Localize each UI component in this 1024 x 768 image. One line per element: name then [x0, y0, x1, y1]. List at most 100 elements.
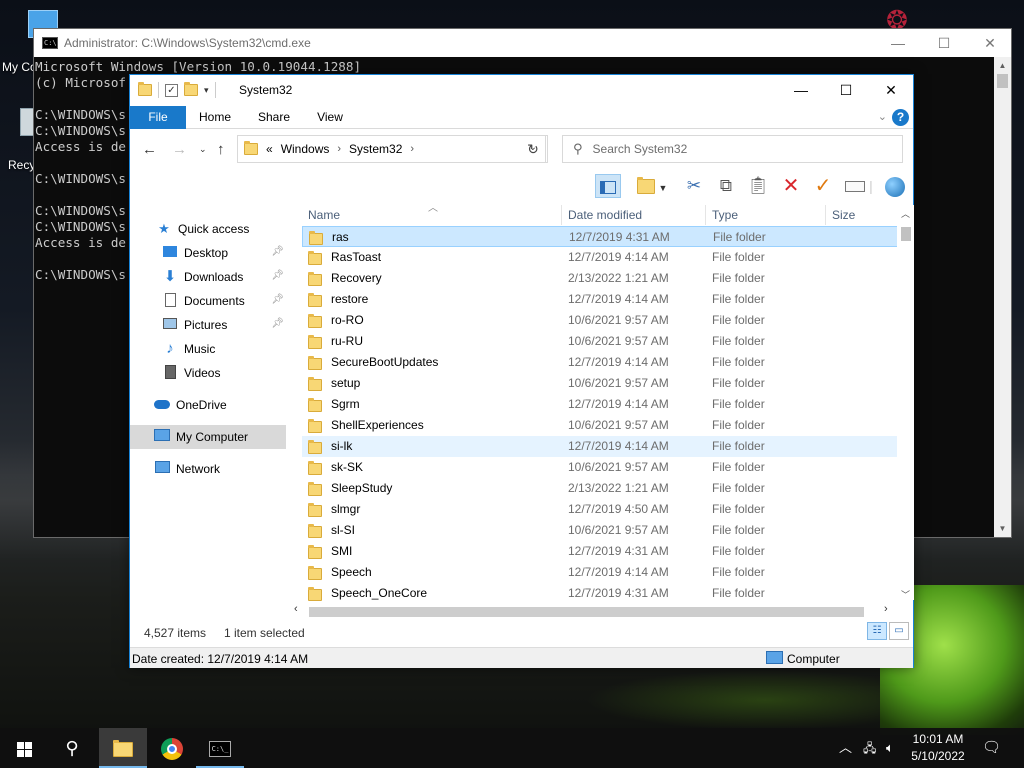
recent-locations-icon[interactable]: ⌄ — [199, 144, 207, 155]
scroll-thumb[interactable] — [901, 227, 911, 241]
nav-documents[interactable]: Documents 📌︎ — [130, 289, 286, 313]
scroll-thumb[interactable] — [997, 74, 1008, 88]
delete-icon[interactable]: ✕ — [778, 174, 804, 198]
nav-onedrive[interactable]: OneDrive — [130, 393, 286, 417]
preview-pane-icon[interactable] — [595, 174, 621, 198]
close-icon[interactable]: ✕ — [868, 75, 914, 105]
nav-quick-access[interactable]: ★ Quick access — [130, 217, 286, 241]
nav-downloads[interactable]: ⬇ Downloads 📌︎ — [130, 265, 286, 289]
properties-icon[interactable]: ✓ — [165, 83, 178, 97]
new-folder-icon[interactable] — [184, 82, 198, 96]
horizontal-scrollbar[interactable]: ‹ › — [292, 603, 900, 618]
explorer-window[interactable]: ✓ ▾ System32 — ☐ ✕ File Home Share View … — [129, 74, 914, 668]
chevron-down-icon[interactable]: ⌄ — [878, 110, 887, 123]
table-row[interactable]: Recovery 2/13/2022 1:21 AM File folder — [302, 268, 898, 289]
table-row[interactable]: setup 10/6/2021 9:57 AM File folder — [302, 373, 898, 394]
forward-arrow-icon[interactable]: → — [172, 141, 187, 158]
table-row[interactable]: Sgrm 12/7/2019 4:14 AM File folder — [302, 394, 898, 415]
cmd-taskbar-icon[interactable]: C:\_ — [196, 728, 244, 768]
pin-icon[interactable]: 📌︎ — [271, 318, 284, 329]
refresh-icon[interactable]: ↻ — [519, 135, 548, 163]
pin-icon[interactable]: 📌︎ — [271, 294, 284, 305]
windows-start-icon[interactable] — [0, 728, 48, 768]
scroll-up-icon[interactable]: ︿ — [897, 207, 914, 220]
checkmark-icon[interactable]: ✓ — [810, 174, 836, 198]
nav-pictures[interactable]: Pictures 📌︎ — [130, 313, 286, 337]
table-row[interactable]: Speech_OneCore 12/7/2019 4:31 AM File fold… — [302, 583, 898, 604]
new-folder-dropdown-icon[interactable]: ▼ — [634, 174, 670, 198]
customize-qat-icon[interactable]: ▾ — [204, 85, 209, 96]
minimize-icon[interactable]: — — [875, 29, 921, 57]
scroll-down-icon[interactable]: ﹀ — [897, 588, 914, 601]
cut-icon[interactable]: ✂ — [681, 174, 707, 198]
breadcrumb-windows[interactable]: Windows — [281, 142, 330, 156]
chevron-right-icon[interactable]: › — [410, 143, 414, 155]
table-row[interactable]: restore 12/7/2019 4:14 AM File folder — [302, 289, 898, 310]
table-row[interactable]: sl-SI 10/6/2021 9:57 AM File folder — [302, 520, 898, 541]
file-list[interactable]: ︿ Name Date modified Type Size ras 12/7/2… — [302, 203, 914, 617]
address-bar[interactable]: « Windows › System32 › ⌄ — [237, 135, 546, 163]
vertical-scrollbar[interactable]: ︿ ﹀ — [897, 205, 914, 600]
table-row[interactable]: SMI 12/7/2019 4:31 AM File folder — [302, 541, 898, 562]
pin-icon[interactable]: 📌︎ — [271, 246, 284, 257]
scroll-thumb[interactable] — [309, 607, 864, 617]
volume-icon[interactable]: 🔈︎ — [886, 728, 894, 768]
chrome-icon[interactable] — [148, 728, 196, 768]
help-icon[interactable]: ? — [892, 109, 909, 126]
column-header-date[interactable]: Date modified — [562, 205, 706, 225]
search-input[interactable]: ⚲ Search System32 — [562, 135, 903, 163]
large-icons-view-icon[interactable]: ▭ — [889, 622, 909, 640]
nav-videos[interactable]: Videos — [130, 361, 286, 385]
back-arrow-icon[interactable]: ← — [142, 141, 157, 158]
scroll-down-icon[interactable]: ▼ — [994, 520, 1011, 537]
table-row[interactable]: slmgr 12/7/2019 4:50 AM File folder — [302, 499, 898, 520]
nav-my-computer[interactable]: My Computer — [130, 425, 286, 449]
minimize-icon[interactable]: — — [778, 75, 824, 105]
column-header-type[interactable]: Type — [706, 205, 826, 225]
maximize-icon[interactable]: ☐ — [823, 75, 869, 105]
table-row[interactable]: SleepStudy 2/13/2022 1:21 AM File folder — [302, 478, 898, 499]
system-clock[interactable]: 10:01 AM 5/10/2022 — [908, 731, 968, 765]
column-header-size[interactable]: Size — [826, 205, 898, 225]
close-icon[interactable]: ✕ — [967, 29, 1013, 57]
scroll-up-icon[interactable]: ▲ — [994, 57, 1011, 74]
nav-network[interactable]: Network — [130, 457, 286, 481]
table-row[interactable]: Speech 12/7/2019 4:14 AM File folder — [302, 562, 898, 583]
paste-icon[interactable]: 📋︎ — [745, 174, 771, 198]
network-status-icon[interactable]: 🖧︎ — [863, 728, 876, 768]
maximize-icon[interactable]: ☐ — [921, 29, 967, 57]
breadcrumb-overflow[interactable]: « — [266, 142, 273, 156]
cmd-titlebar[interactable]: C:\ Administrator: C:\Windows\System32\c… — [34, 29, 1011, 57]
copy-icon[interactable]: ⧉ — [713, 174, 739, 198]
chevron-right-icon[interactable]: › — [337, 143, 341, 155]
globe-icon[interactable] — [882, 174, 908, 198]
tab-file[interactable]: File — [130, 106, 186, 129]
show-hidden-icons-icon[interactable]: ︿ — [839, 728, 852, 768]
scroll-right-icon[interactable]: › — [884, 603, 888, 615]
table-row[interactable]: ru-RU 10/6/2021 9:57 AM File folder — [302, 331, 898, 352]
file-explorer-taskbar-icon[interactable] — [99, 728, 147, 768]
up-arrow-icon[interactable]: ↑ — [217, 141, 225, 158]
nav-music[interactable]: ♪ Music — [130, 337, 286, 361]
table-row[interactable]: sk-SK 10/6/2021 9:57 AM File folder — [302, 457, 898, 478]
table-row[interactable]: si-lk 12/7/2019 4:14 AM File folder — [302, 436, 898, 457]
search-icon[interactable]: ⚲ — [48, 728, 96, 768]
navigation-pane[interactable]: ★ Quick access Desktop 📌︎ ⬇ Downloads 📌︎… — [130, 205, 302, 605]
table-row[interactable]: ras 12/7/2019 4:31 AM File folder — [302, 226, 898, 247]
notifications-icon[interactable]: 🗨︎ — [982, 728, 1001, 768]
cmd-scrollbar[interactable]: ▲ ▼ — [994, 57, 1011, 537]
table-row[interactable]: ShellExperiences 10/6/2021 9:57 AM File fo… — [302, 415, 898, 436]
rename-icon[interactable] — [842, 174, 868, 198]
table-row[interactable]: SecureBootUpdates 12/7/2019 4:14 AM File f… — [302, 352, 898, 373]
table-row[interactable]: RasToast 12/7/2019 4:14 AM File folder — [302, 247, 898, 268]
tab-share[interactable]: Share — [250, 106, 298, 129]
tab-home[interactable]: Home — [192, 106, 238, 129]
table-row[interactable]: ro-RO 10/6/2021 9:57 AM File folder — [302, 310, 898, 331]
explorer-titlebar[interactable]: ✓ ▾ System32 — ☐ ✕ — [130, 75, 913, 105]
nav-desktop[interactable]: Desktop 📌︎ — [130, 241, 286, 265]
scroll-left-icon[interactable]: ‹ — [294, 603, 298, 615]
pin-icon[interactable]: 📌︎ — [271, 270, 284, 281]
tab-view[interactable]: View — [308, 106, 352, 129]
breadcrumb-system32[interactable]: System32 — [349, 142, 402, 156]
column-header-name[interactable]: Name — [302, 205, 562, 225]
